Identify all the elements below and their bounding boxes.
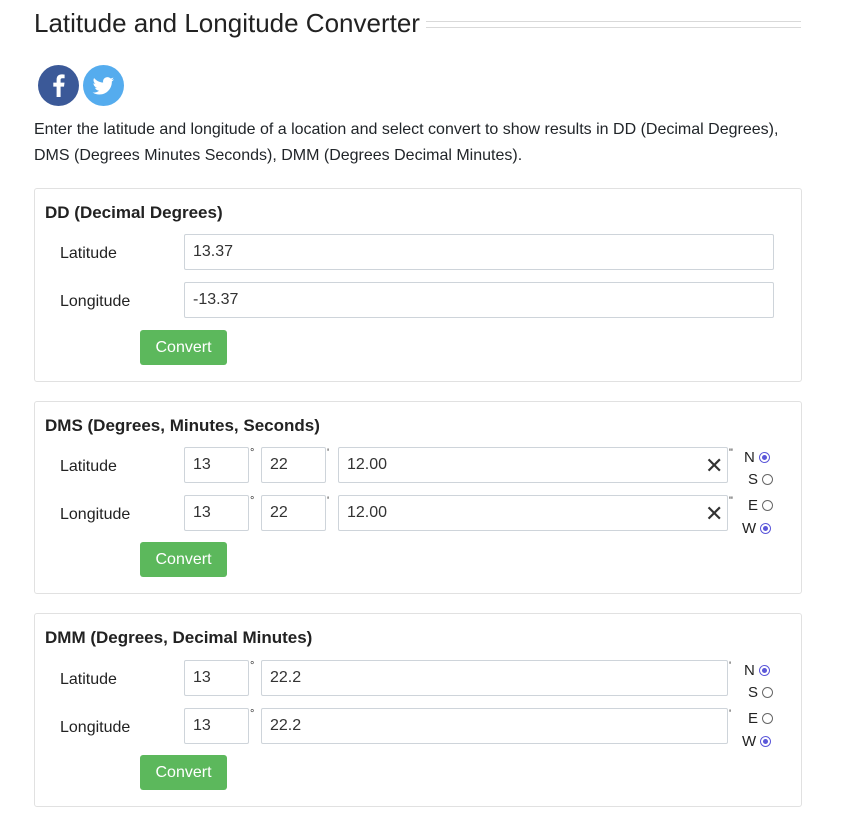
- south-label: S: [748, 471, 759, 488]
- minute-symbol: ': [729, 660, 732, 672]
- degree-symbol: °: [250, 495, 255, 507]
- twitter-icon: [92, 77, 114, 95]
- dms-lon-degrees-input[interactable]: [184, 495, 249, 531]
- dms-longitude-label: Longitude: [60, 506, 131, 523]
- degree-symbol: °: [250, 708, 255, 720]
- east-label: E: [748, 497, 759, 514]
- dmm-lon-west-radio[interactable]: [760, 736, 772, 747]
- west-label: W: [742, 733, 757, 750]
- dmm-card: DMM (Degrees, Decimal Minutes) Latitude …: [34, 613, 802, 807]
- dd-latitude-label: Latitude: [60, 245, 117, 262]
- south-label: S: [748, 684, 759, 701]
- dmm-latitude-label: Latitude: [60, 671, 117, 688]
- dmm-lat-south-radio[interactable]: [762, 687, 774, 698]
- degree-symbol: °: [250, 660, 255, 672]
- dd-longitude-label: Longitude: [60, 293, 131, 310]
- intro-text: Enter the latitude and longitude of a lo…: [34, 121, 779, 164]
- degree-symbol: °: [250, 447, 255, 459]
- facebook-share-button[interactable]: [38, 65, 79, 106]
- dd-title: DD (Decimal Degrees): [45, 203, 223, 222]
- twitter-share-button[interactable]: [83, 65, 124, 106]
- dmm-lat-north-radio[interactable]: [758, 665, 770, 676]
- dms-lon-east-radio[interactable]: [762, 500, 774, 511]
- dd-card: DD (Decimal Degrees) Latitude Longitude …: [34, 188, 802, 382]
- second-symbol: ": [729, 495, 733, 507]
- west-label: W: [742, 520, 757, 537]
- north-label: N: [744, 662, 755, 679]
- dms-latitude-label: Latitude: [60, 458, 117, 475]
- dms-lon-minutes-input[interactable]: [261, 495, 326, 531]
- page-title: Latitude and Longitude Converter: [34, 8, 420, 38]
- dms-card: DMS (Degrees, Minutes, Seconds) Latitude…: [34, 401, 802, 594]
- dms-lon-west-radio[interactable]: [760, 523, 772, 534]
- dms-lon-east-option[interactable]: E: [748, 497, 774, 514]
- dms-lat-south-radio[interactable]: [762, 474, 774, 485]
- minute-symbol: ': [327, 495, 330, 507]
- dmm-title: DMM (Degrees, Decimal Minutes): [45, 628, 313, 647]
- dd-latitude-input[interactable]: [184, 234, 774, 270]
- dms-convert-button[interactable]: Convert: [140, 542, 227, 577]
- dms-lat-minutes-input[interactable]: [261, 447, 326, 483]
- dmm-lon-minutes-input[interactable]: [261, 708, 728, 744]
- east-label: E: [748, 710, 759, 727]
- dmm-lat-minutes-input[interactable]: [261, 660, 728, 696]
- dms-title: DMS (Degrees, Minutes, Seconds): [45, 416, 320, 435]
- dms-lon-seconds-input[interactable]: [338, 495, 728, 531]
- north-label: N: [744, 449, 755, 466]
- dms-lat-north-option[interactable]: N: [744, 449, 770, 466]
- dms-lon-west-option[interactable]: W: [742, 520, 772, 537]
- dmm-lat-north-option[interactable]: N: [744, 662, 770, 679]
- dd-longitude-input[interactable]: [184, 282, 774, 318]
- facebook-icon: [53, 74, 65, 97]
- dms-lat-clear-icon[interactable]: ✕: [705, 455, 723, 477]
- dmm-lat-south-option[interactable]: S: [748, 684, 774, 701]
- dmm-lon-degrees-input[interactable]: [184, 708, 249, 744]
- minute-symbol: ': [729, 708, 732, 720]
- dmm-lon-west-option[interactable]: W: [742, 733, 772, 750]
- dms-lat-seconds-input[interactable]: [338, 447, 728, 483]
- dms-lon-clear-icon[interactable]: ✕: [705, 503, 723, 525]
- second-symbol: ": [729, 447, 733, 459]
- dms-lat-degrees-input[interactable]: [184, 447, 249, 483]
- title-divider: [426, 21, 801, 28]
- dmm-lat-degrees-input[interactable]: [184, 660, 249, 696]
- dmm-lon-east-option[interactable]: E: [748, 710, 774, 727]
- dmm-convert-button[interactable]: Convert: [140, 755, 227, 790]
- dms-lat-south-option[interactable]: S: [748, 471, 774, 488]
- dms-lat-north-radio[interactable]: [758, 452, 770, 463]
- dd-convert-button[interactable]: Convert: [140, 330, 227, 365]
- minute-symbol: ': [327, 447, 330, 459]
- dmm-longitude-label: Longitude: [60, 719, 131, 736]
- dmm-lon-east-radio[interactable]: [762, 713, 774, 724]
